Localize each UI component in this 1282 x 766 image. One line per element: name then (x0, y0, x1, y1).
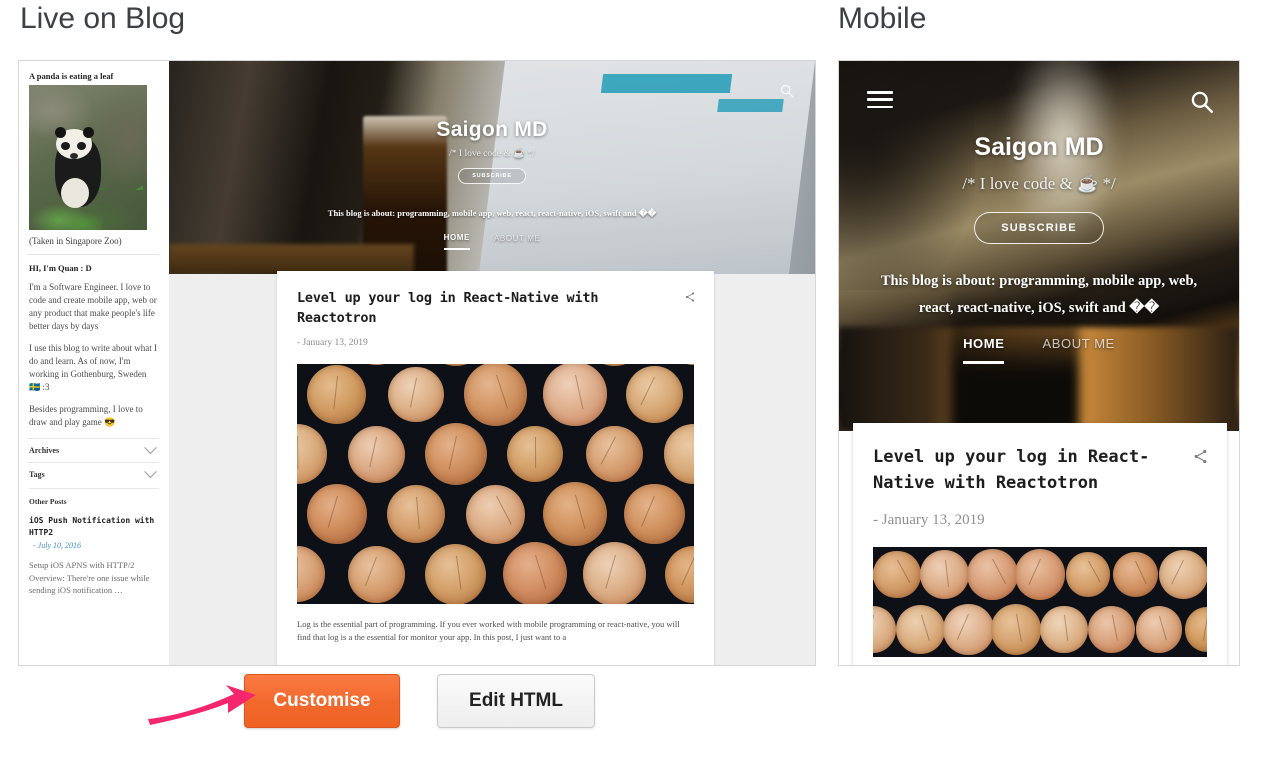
log-circle (1015, 549, 1066, 600)
log-circle (624, 484, 685, 545)
live-on-blog-heading: Live on Blog (20, 2, 185, 36)
log-crack (297, 557, 298, 588)
log-circle (348, 426, 405, 483)
log-circle (920, 550, 969, 599)
share-icon[interactable] (684, 291, 696, 303)
customise-button[interactable]: Customise (244, 674, 400, 728)
other-posts-label: Other Posts (29, 488, 159, 506)
log-circle (873, 606, 896, 653)
sidebar-accordion-archives[interactable]: Archives (27, 438, 159, 462)
blog-nav: HOME ABOUT ME (444, 233, 541, 250)
accordion-label-archives: Archives (29, 446, 59, 455)
log-circle (388, 367, 443, 422)
mobile-blog-about-text: This blog is about: programming, mobile … (859, 268, 1219, 322)
mobile-subscribe-button[interactable]: SUBSCRIBE (974, 212, 1104, 244)
log-circle (464, 364, 528, 426)
log-circle (664, 424, 694, 483)
log-circle (1136, 606, 1182, 652)
sidebar-accordion-tags[interactable]: Tags (27, 462, 159, 486)
log-circle (991, 604, 1042, 655)
log-circle (896, 605, 946, 655)
blog-tagline: /* I love code & ☕ */ (449, 148, 535, 159)
log-circle (583, 542, 647, 604)
blog-hero-banner: Saigon MD /* I love code & ☕ */ SUBSCRIB… (169, 61, 815, 274)
panda-photo (29, 85, 147, 230)
blog-sidebar: A panda is eating a leaf (Taken in Singa… (19, 61, 169, 665)
accordion-label-tags: Tags (29, 470, 45, 479)
log-circle (425, 544, 486, 605)
log-circle (1088, 606, 1135, 653)
other-post-excerpt: Setup iOS APNS with HTTP/2 Overview: The… (29, 559, 159, 596)
mobile-blog-title: Saigon MD (974, 133, 1103, 162)
mobile-nav-item-home[interactable]: HOME (963, 336, 1004, 364)
log-circle (466, 485, 525, 544)
sidebar-divider (27, 254, 159, 255)
nav-item-about-me[interactable]: ABOUT ME (494, 234, 540, 249)
mobile-about-line-2: react, react-native, iOS, swift and �� (859, 295, 1219, 322)
log-circle (425, 423, 487, 485)
other-post-date: - July 10, 2016 (33, 541, 159, 550)
subscribe-button[interactable]: SUBSCRIBE (458, 168, 526, 184)
mobile-about-line-1: This blog is about: programming, mobile … (859, 268, 1219, 295)
sidebar-paragraph-1: I'm a Software Engineer. I love to code … (29, 281, 159, 333)
mobile-post-title[interactable]: Level up your log in React-Native with R… (873, 445, 1207, 496)
sidebar-paragraph-3: Besides programming, I love to draw and … (29, 403, 159, 429)
log-circle (297, 424, 327, 483)
log-circle (1040, 606, 1088, 654)
log-circle (1159, 550, 1207, 599)
log-circle (503, 542, 567, 604)
log-circle (297, 546, 325, 601)
log-circle (307, 365, 366, 424)
log-circle (873, 551, 920, 598)
log-circle (307, 484, 367, 544)
log-circle (1113, 552, 1158, 597)
log-circle (387, 485, 445, 543)
mobile-hero-banner: Saigon MD /* I love code & ☕ */ SUBSCRIB… (839, 61, 1239, 431)
log-circle (586, 426, 643, 483)
other-post-title[interactable]: iOS Push Notification with HTTP2 (29, 515, 159, 539)
post-excerpt: Log is the essential part of programming… (297, 618, 694, 644)
post-featured-image (297, 364, 694, 604)
pink-arrow-annotation (148, 683, 258, 727)
blog-about-text: This blog is about: programming, mobile … (328, 208, 656, 219)
log-circle (665, 546, 694, 603)
log-circle (543, 482, 607, 546)
mobile-post-card[interactable]: Level up your log in React-Native with R… (853, 423, 1227, 666)
mobile-blog-preview[interactable]: Saigon MD /* I love code & ☕ */ SUBSCRIB… (838, 60, 1240, 666)
post-card[interactable]: Level up your log in React-Native with R… (277, 271, 714, 665)
log-circle (543, 364, 606, 426)
log-circle (943, 604, 994, 655)
post-title[interactable]: Level up your log in React-Native with R… (297, 289, 694, 328)
desktop-blog-preview[interactable]: A panda is eating a leaf (Taken in Singa… (18, 60, 816, 666)
mobile-blog-nav: HOME ABOUT ME (963, 336, 1115, 364)
panda-caption-top: A panda is eating a leaf (29, 71, 159, 81)
mobile-blog-tagline: /* I love code & ☕ */ (962, 174, 1115, 194)
sidebar-paragraph-2: I use this blog to write about what I do… (29, 342, 159, 394)
share-icon[interactable] (1192, 448, 1209, 465)
log-circle (967, 549, 1018, 600)
sidebar-greeting: HI, I'm Quan : D (29, 263, 159, 273)
log-circle (346, 364, 407, 365)
blog-title: Saigon MD (436, 118, 547, 142)
mobile-nav-item-about-me[interactable]: ABOUT ME (1042, 336, 1114, 361)
log-circle (348, 546, 405, 603)
log-circle (626, 366, 683, 423)
mobile-post-date: - January 13, 2019 (873, 512, 1207, 529)
mobile-heading: Mobile (838, 2, 926, 36)
panda-caption-bottom: (Taken in Singapore Zoo) (29, 236, 159, 246)
log-circle (1066, 552, 1110, 596)
blog-main-area: Saigon MD /* I love code & ☕ */ SUBSCRIB… (169, 61, 815, 665)
nav-item-home[interactable]: HOME (444, 233, 470, 250)
chevron-down-icon (144, 466, 157, 479)
log-circle (583, 364, 646, 366)
screenshot-root: Live on Blog Mobile A panda is eating a … (0, 0, 1282, 766)
chevron-down-icon (144, 442, 157, 455)
mobile-post-featured-image (873, 547, 1207, 657)
edit-html-button[interactable]: Edit HTML (437, 674, 595, 728)
post-date: - January 13, 2019 (297, 338, 694, 348)
